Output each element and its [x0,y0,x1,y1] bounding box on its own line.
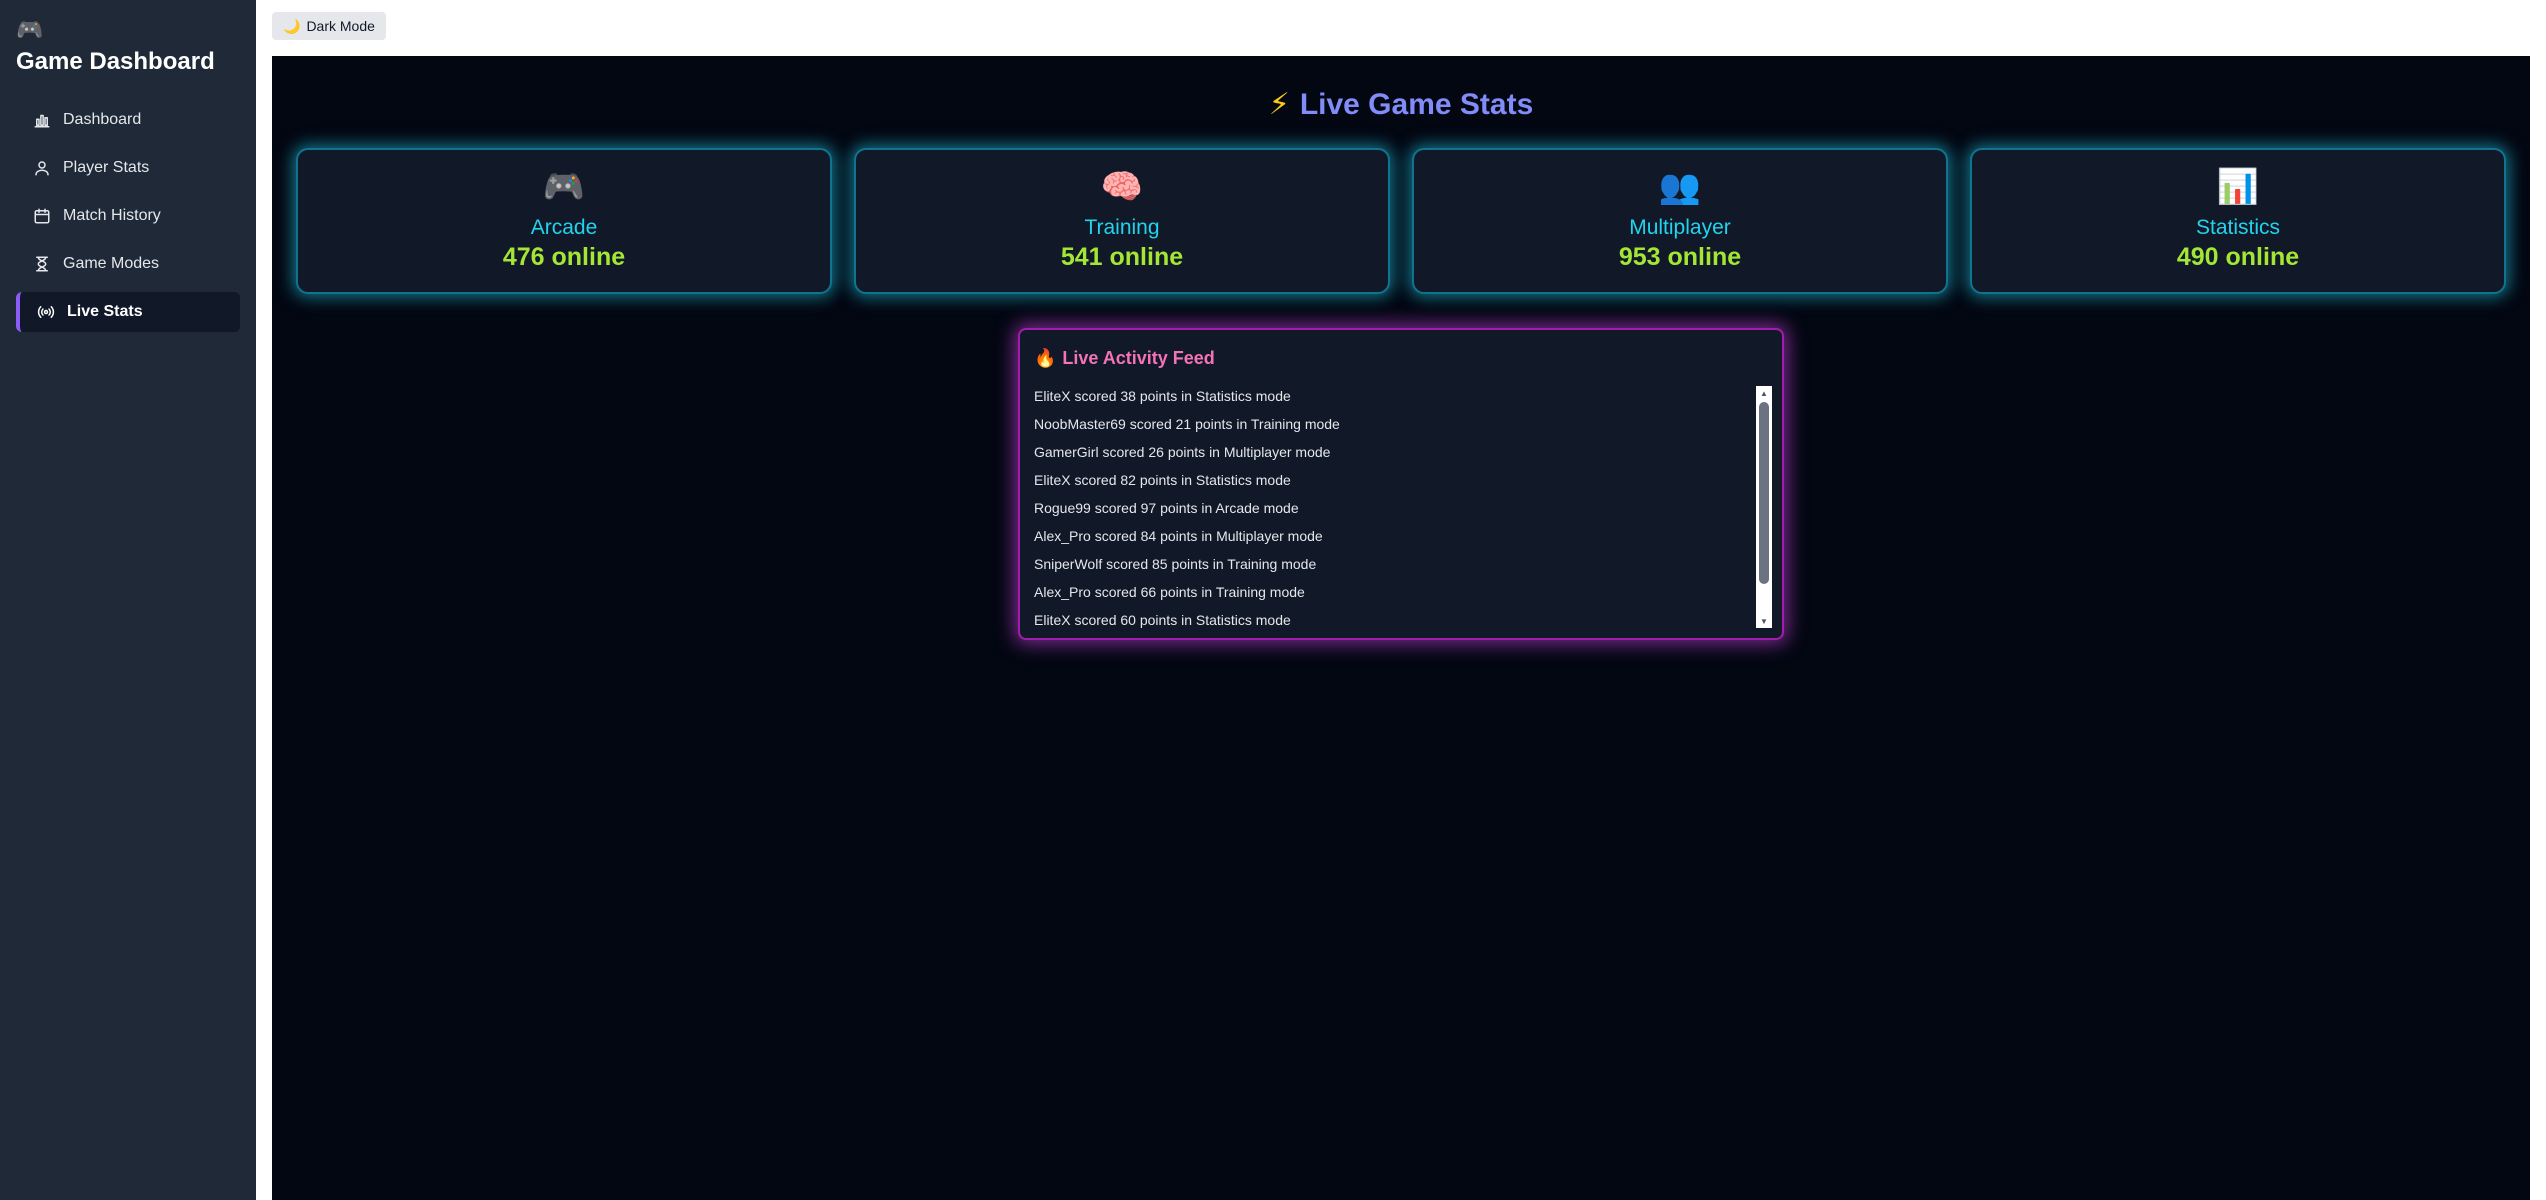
feed-item: EliteX scored 60 points in Statistics mo… [1034,612,1291,628]
sidebar-item-label: Dashboard [63,111,142,128]
online-count: 953 online [1618,243,1742,271]
gamepad-icon: 🎮 [16,17,44,42]
fire-icon: 🔥 [1034,348,1057,368]
online-count: 541 online [1060,243,1184,271]
calendar-icon [33,207,51,225]
app-root: 🎮 Game Dashboard Dashboard Player Stats [0,0,2546,1200]
feed-item: Rogue99 scored 97 points in Arcade mode [1034,500,1299,516]
user-icon [33,159,51,177]
mode-card-statistics: 📊 Statistics 490 online [1970,148,2506,294]
feed-item: Alex_Pro scored 84 points in Multiplayer… [1034,528,1323,544]
hourglass-icon [33,255,51,273]
gamepad-icon: 🎮 [542,168,586,206]
live-activity-feed: 🔥 Live Activity Feed EliteX scored 38 poi… [1018,328,1784,640]
sidebar-item-dashboard[interactable]: Dashboard [16,100,240,140]
feed-item: EliteX scored 38 points in Statistics mo… [1034,388,1291,404]
feed-item: Alex_Pro scored 66 points in Training mo… [1034,584,1305,600]
sidebar-item-game-modes[interactable]: Game Modes [16,244,240,284]
scroll-thumb[interactable] [1759,402,1769,584]
mode-card-title: Arcade [530,216,598,239]
brain-icon: 🧠 [1100,168,1144,206]
brand-title: Game Dashboard [16,48,215,75]
mode-card-title: Training [1084,216,1160,239]
mode-card-arcade: 🎮 Arcade 476 online [296,148,832,294]
dark-mode-toggle-button[interactable]: 🌙 Dark Mode [272,12,386,40]
lightning-icon: ⚡ [1268,88,1290,121]
feed-title-text: Live Activity Feed [1062,348,1215,368]
page-title: ⚡ Live Game Stats [272,80,2530,130]
feed-scrollbar[interactable]: ▲ ▼ [1756,386,1772,628]
online-count: 490 online [2176,243,2300,271]
broadcast-icon [37,303,55,321]
feed-item: EliteX scored 82 points in Statistics mo… [1034,472,1291,488]
bar-chart-icon [33,111,51,129]
feed-title: 🔥 Live Activity Feed [1034,344,1215,372]
main-panel: ⚡ Live Game Stats 🎮 Arcade 476 online 🧠 T… [272,56,2530,1200]
sidebar-item-label: Player Stats [63,159,150,176]
moon-icon: 🌙 [283,17,301,34]
feed-item: NoobMaster69 scored 21 points in Trainin… [1034,416,1340,432]
mode-card-training: 🧠 Training 541 online [854,148,1390,294]
feed-list[interactable]: EliteX scored 38 points in Statistics mo… [1034,382,1754,632]
sidebar-item-live-stats[interactable]: Live Stats [16,292,240,332]
sidebar-item-label: Live Stats [67,303,143,320]
mode-card-title: Multiplayer [1629,216,1731,239]
sidebar: 🎮 Game Dashboard Dashboard Player Stats [0,0,256,1200]
online-count: 476 online [502,243,626,271]
sidebar-item-match-history[interactable]: Match History [16,196,240,236]
scroll-down-arrow-icon[interactable]: ▼ [1756,614,1772,628]
dark-mode-label: Dark Mode [306,18,375,34]
mode-card-title: Statistics [2195,216,2281,239]
sidebar-item-label: Game Modes [63,255,160,272]
page-title-text: Live Game Stats [1299,88,1534,121]
feed-item: GamerGirl scored 26 points in Multiplaye… [1034,444,1331,460]
chart-icon: 📊 [2216,168,2260,206]
brand: 🎮 Game Dashboard [16,14,236,78]
sidebar-item-label: Match History [63,207,161,224]
scroll-up-arrow-icon[interactable]: ▲ [1756,386,1772,400]
mode-cards: 🎮 Arcade 476 online 🧠 Training 541 onlin… [296,148,2506,294]
sidebar-item-player-stats[interactable]: Player Stats [16,148,240,188]
mode-card-multiplayer: 👥 Multiplayer 953 online [1412,148,1948,294]
feed-item: SniperWolf scored 85 points in Training … [1034,556,1317,572]
sidebar-nav: Dashboard Player Stats Match History Gam… [16,100,240,340]
users-icon: 👥 [1658,168,1702,206]
